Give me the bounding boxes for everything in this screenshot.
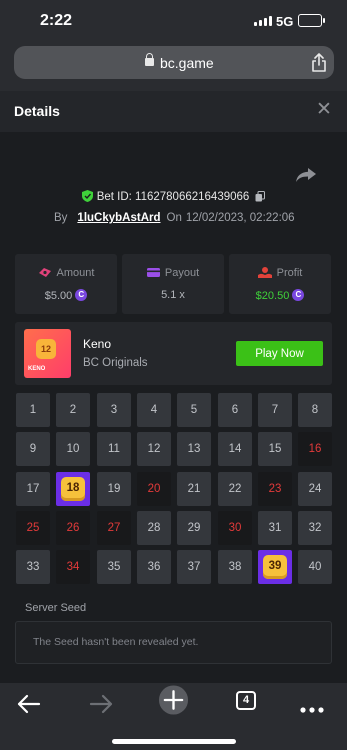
bet-id: Bet ID: 116278066216439066 <box>96 191 250 203</box>
amount-value: $5.00 <box>44 290 73 302</box>
game-provider: BC Originals <box>83 357 148 369</box>
keno-cell-15: 15 <box>258 432 292 466</box>
keno-hit-gem: 18 <box>61 477 85 501</box>
network-type: 5G <box>276 14 294 29</box>
browser-address-bar: bc.game <box>0 44 347 91</box>
keno-cell-16: 16 <box>298 432 332 466</box>
game-name: Keno <box>83 337 112 351</box>
url-field[interactable]: bc.game <box>14 46 334 79</box>
keno-thumbnail[interactable]: 12 KENO <box>24 329 71 378</box>
payout-value: 5.1 x <box>161 289 185 301</box>
browser-toolbar: 4 <box>0 683 347 750</box>
keno-cell-19: 19 <box>97 472 131 506</box>
keno-cell-6: 6 <box>218 393 252 427</box>
signal-icon <box>254 16 272 26</box>
keno-cell-17: 17 <box>16 472 50 506</box>
profit-label: Profit <box>276 267 303 279</box>
share-icon[interactable] <box>310 53 328 73</box>
keno-cell-38: 38 <box>218 550 252 584</box>
keno-cell-40: 40 <box>298 550 332 584</box>
keno-cell-30: 30 <box>218 511 252 545</box>
wallet-icon <box>146 268 160 277</box>
copy-icon[interactable] <box>255 191 266 202</box>
keno-cell-26: 26 <box>56 511 90 545</box>
bet-date: 12/02/2023, 02:22:06 <box>185 212 295 224</box>
keno-cell-39: 39 <box>258 550 292 584</box>
coin-icon <box>75 289 88 301</box>
url-host: bc.game <box>160 55 214 71</box>
coin-icon <box>292 289 305 301</box>
keno-cell-24: 24 <box>298 472 332 506</box>
keno-cell-25: 25 <box>16 511 50 545</box>
keno-cell-20: 20 <box>137 472 171 506</box>
keno-cell-23: 23 <box>258 472 292 506</box>
keno-cell-33: 33 <box>16 550 50 584</box>
profit-icon <box>257 267 272 278</box>
details-header: Details ✕ <box>0 91 347 132</box>
game-card: 12 KENO Keno BC Originals Play Now <box>15 322 332 385</box>
shield-check-icon <box>81 190 93 202</box>
lock-icon <box>145 53 154 66</box>
keno-cell-21: 21 <box>177 472 211 506</box>
thumb-ball: 12 <box>36 339 56 359</box>
more-icon[interactable] <box>300 695 324 725</box>
details-title: Details <box>14 103 60 119</box>
close-icon[interactable]: ✕ <box>316 100 332 120</box>
payout-label: Payout <box>164 267 200 279</box>
keno-cell-29: 29 <box>177 511 211 545</box>
bet-id-row: Bet ID: 116278066216439066 <box>0 190 347 203</box>
forward-arrow-icon[interactable] <box>88 689 114 719</box>
battery-icon <box>298 14 325 27</box>
amount-label: Amount <box>56 267 95 279</box>
keno-cell-32: 32 <box>298 511 332 545</box>
payout-card: Payout 5.1 x <box>122 254 224 314</box>
keno-cell-28: 28 <box>137 511 171 545</box>
share-arrow-icon[interactable] <box>296 168 316 182</box>
profit-card: Profit $20.50 <box>229 254 331 314</box>
keno-cell-8: 8 <box>298 393 332 427</box>
keno-cell-10: 10 <box>56 432 90 466</box>
keno-cell-4: 4 <box>137 393 171 427</box>
amount-card: Amount $5.00 <box>15 254 117 314</box>
keno-cell-36: 36 <box>137 550 171 584</box>
keno-cell-14: 14 <box>218 432 252 466</box>
keno-hit-gem: 39 <box>263 555 287 579</box>
keno-cell-3: 3 <box>97 393 131 427</box>
status-time: 2:22 <box>40 12 73 29</box>
server-seed-message: The Seed hasn't been revealed yet. <box>33 636 199 648</box>
keno-cell-35: 35 <box>97 550 131 584</box>
keno-cell-31: 31 <box>258 511 292 545</box>
keno-cell-18: 18 <box>56 472 90 506</box>
thumb-word: KENO <box>28 366 46 372</box>
keno-cell-5: 5 <box>177 393 211 427</box>
by-label: By <box>54 212 68 224</box>
keno-cell-11: 11 <box>97 432 131 466</box>
keno-cell-1: 1 <box>16 393 50 427</box>
on-label: On <box>166 212 182 224</box>
keno-cell-2: 2 <box>56 393 90 427</box>
profit-value: $20.50 <box>255 290 290 302</box>
username-link[interactable]: 1luCkybAstArd <box>77 212 160 224</box>
server-seed-box: The Seed hasn't been revealed yet. <box>15 621 332 664</box>
back-arrow-icon[interactable] <box>16 689 42 719</box>
keno-cell-27: 27 <box>97 511 131 545</box>
play-now-button[interactable]: Play Now <box>236 341 323 366</box>
status-bar: 2:22 5G <box>0 0 347 44</box>
server-seed-label: Server Seed <box>25 602 87 614</box>
keno-cell-22: 22 <box>218 472 252 506</box>
keno-cell-34: 34 <box>56 550 90 584</box>
tabs-count-icon[interactable]: 4 <box>236 691 256 710</box>
money-icon <box>38 268 51 277</box>
keno-cell-37: 37 <box>177 550 211 584</box>
home-indicator <box>112 739 236 744</box>
keno-cell-9: 9 <box>16 432 50 466</box>
new-tab-icon[interactable] <box>157 685 190 715</box>
keno-cell-13: 13 <box>177 432 211 466</box>
bet-by-row: By 1luCkybAstArd On 12/02/2023, 02:22:06 <box>54 212 295 224</box>
keno-cell-12: 12 <box>137 432 171 466</box>
keno-cell-7: 7 <box>258 393 292 427</box>
